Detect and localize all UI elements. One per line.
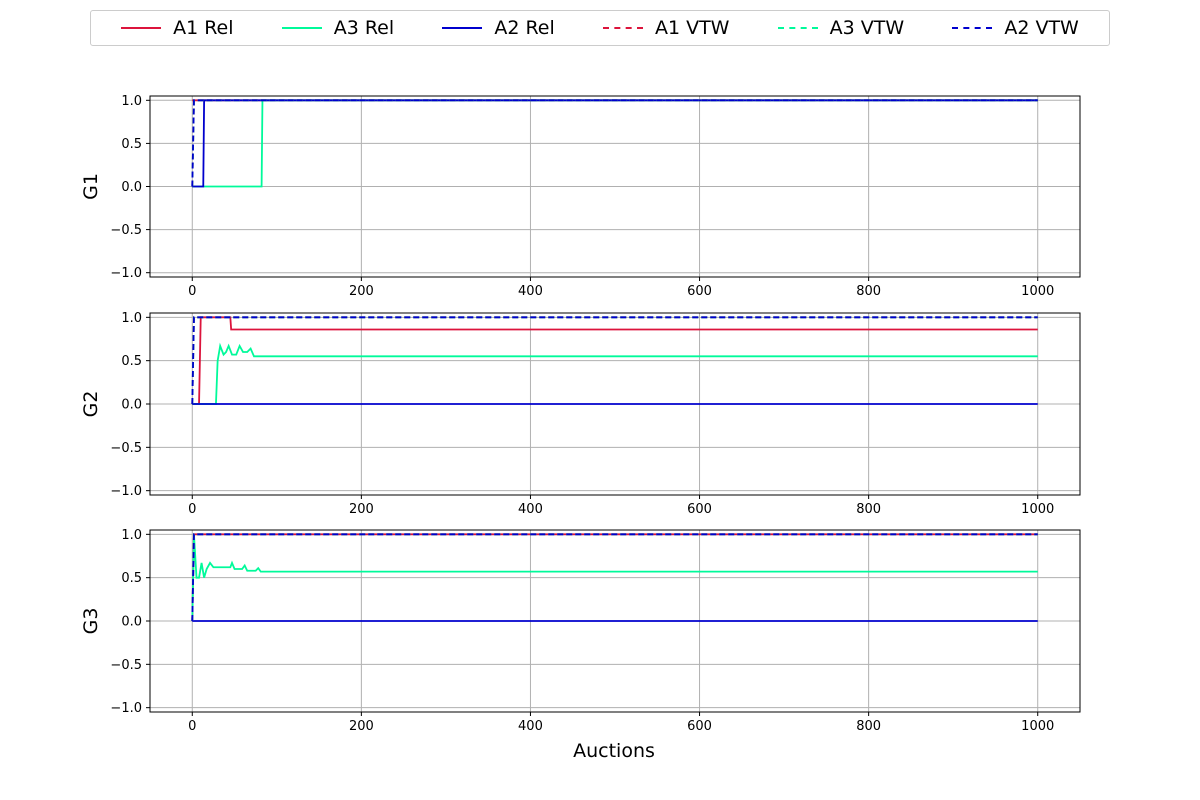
y-tick-label: −0.5: [110, 658, 142, 673]
subplot-g1: 0 200 400 600 800 1000 1.0 0.5 0.0 −0.5 −1.0 G1: [80, 94, 1081, 299]
x-tick-label: 1000: [1021, 719, 1054, 734]
y-tick-label: 1.0: [121, 311, 142, 326]
x-tick-label: 200: [349, 719, 374, 734]
y-tick-label: 0.0: [121, 180, 142, 195]
x-tick-label: 1000: [1021, 284, 1054, 299]
x-tick-label: 1000: [1021, 502, 1054, 517]
x-tick-label: 400: [518, 502, 543, 517]
y-tick-label: −0.5: [110, 441, 142, 456]
x-tick-label: 400: [518, 284, 543, 299]
y-tick-label: 1.0: [121, 528, 142, 543]
x-tick-label: 0: [188, 502, 196, 517]
y-tick-label: −0.5: [110, 223, 142, 238]
y-tick-label: 0.5: [121, 571, 142, 586]
y-tick-label: 1.0: [121, 94, 142, 109]
y-axis-label-g3: G3: [80, 608, 102, 635]
y-tick-label: −1.0: [110, 266, 142, 281]
x-tick-label: 600: [687, 719, 712, 734]
y-tick-label: 0.0: [121, 398, 142, 413]
x-axis-label: Auctions: [573, 740, 655, 762]
y-tick-label: −1.0: [110, 484, 142, 499]
y-tick-label: −1.0: [110, 701, 142, 716]
y-tick-label: 0.5: [121, 137, 142, 152]
y-tick-label: 0.5: [121, 354, 142, 369]
x-tick-label: 600: [687, 284, 712, 299]
x-tick-label: 0: [188, 284, 196, 299]
subplots-group: 0 200 400 600 800 1000 1.0 0.5 0.0 −0.5 −1.0 G1 0 200…: [80, 94, 1081, 734]
figure-canvas: 0 200 400 600 800 1000 1.0 0.5 0.0 −0.5 −1.0 G1 0 200…: [80, 94, 1081, 762]
y-tick-label: 0.0: [121, 615, 142, 630]
subplot-g2: 0 200 400 600 800 1000 1.0 0.5 0.0 −0.5 −1.0 G2: [80, 311, 1081, 517]
x-tick-label: 400: [518, 719, 543, 734]
x-tick-label: 0: [188, 719, 196, 734]
x-tick-label: 800: [856, 502, 881, 517]
x-tick-label: 200: [349, 502, 374, 517]
y-axis-label-g1: G1: [80, 173, 102, 200]
subplot-g3: 0 200 400 600 800 1000 1.0 0.5 0.0 −0.5 −1.0 G3: [80, 528, 1081, 734]
series-line-a3-rel: [192, 342, 1038, 405]
x-tick-label: 600: [687, 502, 712, 517]
x-tick-label: 800: [856, 284, 881, 299]
x-tick-label: 800: [856, 719, 881, 734]
y-axis-label-g2: G2: [80, 391, 102, 418]
x-tick-label: 200: [349, 284, 374, 299]
